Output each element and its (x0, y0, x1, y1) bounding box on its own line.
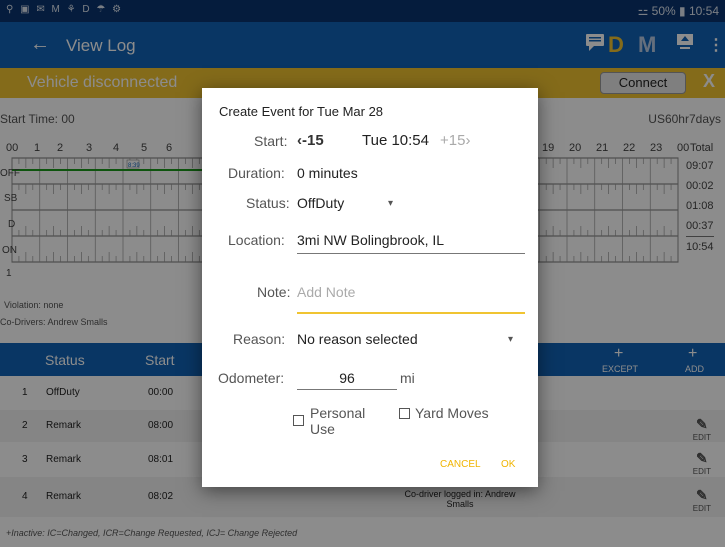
location-label: Location: (228, 232, 285, 248)
location-field[interactable]: 3mi NW Bolingbrook, IL (297, 232, 444, 248)
status-dropdown[interactable]: OffDuty (297, 195, 344, 211)
personal-use-checkbox[interactable] (293, 415, 304, 426)
note-field[interactable]: Add Note (297, 284, 355, 300)
start-label: Start: (254, 133, 288, 149)
start-time-value: Tue 10:54 (362, 132, 429, 149)
create-event-dialog: Create Event for Tue Mar 28 Start: ‹-15 … (202, 88, 538, 487)
odometer-field[interactable]: 96 (297, 370, 397, 386)
note-label: Note: (257, 284, 291, 300)
reason-label: Reason: (233, 331, 286, 347)
chevron-down-icon[interactable]: ▾ (508, 334, 513, 345)
note-underline (297, 312, 525, 314)
personal-use-label[interactable]: Personal Use (310, 405, 380, 437)
chevron-down-icon[interactable]: ▾ (388, 198, 393, 209)
duration-value: 0 minutes (297, 165, 358, 181)
start-plus-15-button[interactable]: +15› (440, 132, 470, 149)
yard-moves-label[interactable]: Yard Moves (415, 405, 489, 421)
duration-label: Duration: (228, 165, 285, 181)
reason-dropdown[interactable]: No reason selected (297, 331, 418, 347)
dialog-title: Create Event for Tue Mar 28 (219, 104, 384, 119)
cancel-button[interactable]: CANCEL (440, 459, 481, 470)
location-underline (297, 253, 525, 254)
yard-moves-checkbox[interactable] (399, 408, 410, 419)
odometer-unit: mi (400, 370, 415, 386)
ok-button[interactable]: OK (501, 459, 515, 470)
start-minus-15-button[interactable]: ‹-15 (297, 132, 324, 149)
status-label: Status: (246, 195, 290, 211)
odometer-underline (297, 389, 397, 390)
odometer-label: Odometer: (218, 370, 285, 386)
